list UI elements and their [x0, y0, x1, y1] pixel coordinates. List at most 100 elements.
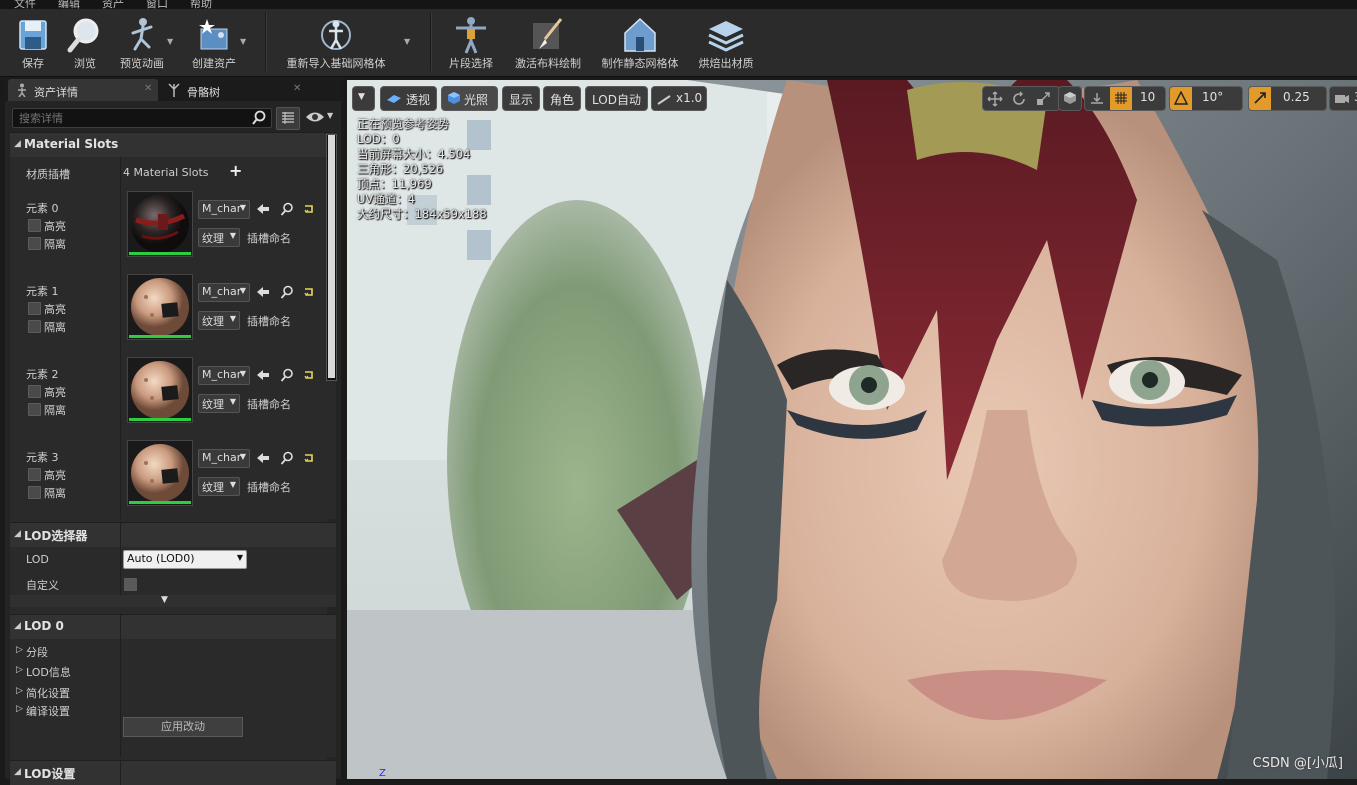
preview-viewport[interactable]: ▼ 透视 光照 显示 角色 LOD自动 x1.0 正在预览参考姿势 LOD：0 当前…: [347, 80, 1357, 779]
lod-auto-button[interactable]: LOD自动: [585, 86, 648, 111]
material-thumbnail[interactable]: [127, 274, 193, 340]
texture-dropdown[interactable]: 纹理 ▼: [198, 477, 240, 496]
viewport-options-dropdown[interactable]: ▼: [352, 86, 375, 111]
material-select[interactable]: M_char ▼: [198, 449, 250, 468]
custom-checkbox[interactable]: [124, 578, 137, 591]
tab-asset-details[interactable]: 资产详情 ✕: [8, 79, 158, 101]
highlight-checkbox[interactable]: [28, 385, 41, 398]
browse-magnifier-icon[interactable]: [280, 368, 294, 382]
texture-dropdown[interactable]: 纹理 ▼: [198, 394, 240, 413]
section-lod-picker[interactable]: ◢ LOD选择器: [10, 522, 336, 547]
use-selected-arrow-icon[interactable]: [256, 451, 270, 465]
make-static-mesh-button[interactable]: 制作静态网格体: [596, 9, 684, 76]
camera-speed-group[interactable]: 3: [1329, 86, 1357, 111]
surface-snap-icon[interactable]: [1089, 91, 1105, 107]
use-selected-arrow-icon[interactable]: [256, 285, 270, 299]
create-asset-button[interactable]: 创建资产: [186, 9, 242, 76]
menu-file[interactable]: 文件: [14, 0, 36, 9]
highlight-checkbox[interactable]: [28, 302, 41, 315]
scale-snap-value[interactable]: 0.25: [1283, 90, 1310, 104]
isolate-checkbox[interactable]: [28, 403, 41, 416]
lod-subsection-sections[interactable]: 分段: [26, 644, 48, 660]
browse-magnifier-icon[interactable]: [280, 285, 294, 299]
scale-icon[interactable]: [1035, 91, 1051, 107]
bake-material-button[interactable]: 烘焙出材质: [692, 9, 760, 76]
section-lod0[interactable]: ◢ LOD 0: [10, 614, 336, 639]
grid-snap-value[interactable]: 10: [1140, 90, 1155, 104]
reset-arrow-icon[interactable]: [302, 285, 316, 299]
lod-subsection-info[interactable]: LOD信息: [26, 664, 71, 680]
material-thumbnail[interactable]: [127, 440, 193, 506]
show-button[interactable]: 显示: [502, 86, 540, 111]
material-select[interactable]: M_char ▼: [198, 200, 250, 219]
menu-asset[interactable]: 资产: [102, 0, 124, 9]
preview-animation-button[interactable]: 预览动画: [114, 9, 170, 76]
expand-triangle-icon[interactable]: ▷: [16, 665, 23, 675]
lit-mode-button[interactable]: 光照: [441, 86, 498, 111]
toolbar-separator: [430, 13, 432, 71]
add-icon[interactable]: +: [229, 161, 242, 180]
material-name: M_char: [202, 285, 242, 298]
apply-changes-button[interactable]: 应用改动: [123, 717, 243, 737]
playback-speed-button[interactable]: x1.0: [651, 86, 707, 111]
character-button[interactable]: 角色: [543, 86, 581, 111]
tab-skeleton-tree[interactable]: 骨骼树 ✕: [161, 79, 311, 101]
activate-cloth-paint-button[interactable]: 激活布料绘制: [508, 9, 588, 76]
browse-magnifier-icon[interactable]: [280, 202, 294, 216]
menu-window[interactable]: 窗口: [146, 0, 168, 9]
grid-snap-toggle[interactable]: [1110, 87, 1132, 110]
isolate-checkbox[interactable]: [28, 486, 41, 499]
preview-animation-dropdown[interactable]: ▼: [167, 9, 179, 76]
material-thumbnail[interactable]: [127, 191, 193, 257]
texture-dropdown[interactable]: 纹理 ▼: [198, 228, 240, 247]
reimport-mesh-button[interactable]: 重新导入基础网格体: [278, 9, 394, 76]
menu-edit[interactable]: 编辑: [58, 0, 80, 9]
material-thumbnail[interactable]: [127, 357, 193, 423]
browse-button[interactable]: 浏览: [62, 9, 108, 76]
section-title: LOD选择器: [24, 529, 88, 543]
rotate-icon[interactable]: [1011, 91, 1027, 107]
reset-arrow-icon[interactable]: [302, 368, 316, 382]
rotation-snap-value[interactable]: 10°: [1202, 90, 1223, 104]
isolate-checkbox[interactable]: [28, 320, 41, 333]
material-select[interactable]: M_char ▼: [198, 366, 250, 385]
expand-triangle-icon[interactable]: ▷: [16, 645, 23, 655]
property-matrix-button[interactable]: [276, 107, 300, 130]
expand-triangle-icon[interactable]: ▷: [16, 704, 23, 714]
scale-snap-toggle[interactable]: [1249, 87, 1271, 110]
material-select[interactable]: M_char ▼: [198, 283, 250, 302]
search-input[interactable]: [17, 110, 253, 127]
highlight-checkbox[interactable]: [28, 468, 41, 481]
close-icon[interactable]: ✕: [293, 83, 301, 94]
reimport-dropdown[interactable]: ▼: [404, 9, 416, 76]
details-scrollbar[interactable]: [326, 134, 337, 381]
perspective-button[interactable]: 透视: [380, 86, 437, 111]
expand-triangle-icon[interactable]: ▷: [16, 686, 23, 696]
save-button[interactable]: 保存: [10, 9, 56, 76]
close-icon[interactable]: ✕: [144, 83, 152, 94]
menu-help[interactable]: 帮助: [190, 0, 212, 9]
lod-select[interactable]: Auto (LOD0) ▼: [123, 550, 247, 569]
use-selected-arrow-icon[interactable]: [256, 202, 270, 216]
stats-line: 顶点：11,969: [357, 177, 432, 191]
lod-subsection-reduction[interactable]: 简化设置: [26, 685, 70, 701]
section-select-button[interactable]: 片段选择: [442, 9, 500, 76]
section-material-slots[interactable]: ◢ Material Slots: [10, 132, 336, 157]
scrollbar-thumb[interactable]: [328, 135, 335, 378]
reset-arrow-icon[interactable]: [302, 202, 316, 216]
highlight-checkbox[interactable]: [28, 219, 41, 232]
world-local-toggle[interactable]: [1058, 86, 1082, 111]
move-icon[interactable]: [987, 91, 1003, 107]
scale-arrow-icon: [1254, 92, 1266, 104]
texture-dropdown[interactable]: 纹理 ▼: [198, 311, 240, 330]
use-selected-arrow-icon[interactable]: [256, 368, 270, 382]
lod-subsection-build[interactable]: 编译设置: [26, 703, 70, 719]
advanced-expander[interactable]: ▼: [10, 595, 336, 607]
rotation-snap-toggle[interactable]: [1170, 87, 1192, 110]
isolate-checkbox[interactable]: [28, 237, 41, 250]
create-asset-dropdown[interactable]: ▼: [240, 9, 252, 76]
browse-magnifier-icon[interactable]: [280, 451, 294, 465]
view-options-button[interactable]: ▼: [305, 109, 337, 127]
reset-arrow-icon[interactable]: [302, 451, 316, 465]
section-lod-settings[interactable]: ◢ LOD设置: [10, 760, 336, 785]
